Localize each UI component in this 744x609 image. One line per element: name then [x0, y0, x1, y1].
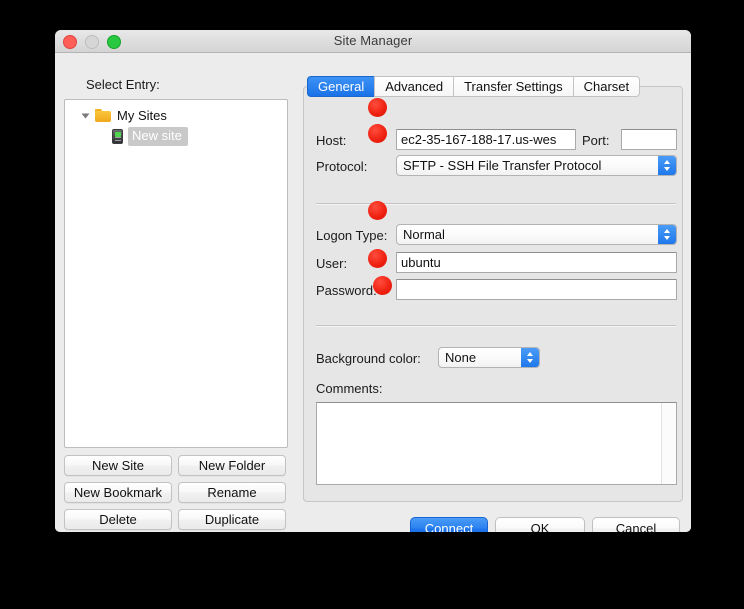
logon-type-marker [368, 201, 387, 220]
password-input[interactable] [396, 279, 677, 300]
chevron-updown-icon [658, 225, 676, 244]
dialog-footer: Connect OK Cancel [55, 508, 691, 532]
protocol-select-value: SFTP - SSH File Transfer Protocol [403, 158, 601, 173]
password-label: Password: [316, 283, 377, 298]
chevron-updown-icon [521, 348, 539, 367]
select-entry-label: Select Entry: [86, 77, 160, 92]
tree-item-my-sites[interactable]: My Sites [65, 105, 287, 126]
window-body: Select Entry: My Sites New site New Site… [55, 53, 691, 532]
window-titlebar: Site Manager [55, 30, 691, 53]
port-label: Port: [582, 133, 609, 148]
general-tab-panel: Host: ec2-35-167-188-17.us-wes Port: Pro… [303, 86, 683, 502]
new-folder-button[interactable]: New Folder [178, 455, 286, 476]
logon-type-select[interactable]: Normal [396, 224, 677, 245]
user-marker [368, 249, 387, 268]
background-color-select[interactable]: None [438, 347, 540, 368]
logon-type-select-value: Normal [403, 227, 445, 242]
password-marker [373, 276, 392, 295]
new-bookmark-button[interactable]: New Bookmark [64, 482, 172, 503]
window-title: Site Manager [55, 33, 691, 48]
tab-general[interactable]: General [307, 76, 374, 97]
comments-label: Comments: [316, 381, 382, 396]
background-color-label: Background color: [316, 351, 421, 366]
host-label: Host: [316, 133, 346, 148]
comments-scrollbar[interactable] [661, 403, 676, 484]
settings-tabbar: General Advanced Transfer Settings Chars… [307, 76, 640, 97]
cancel-button[interactable]: Cancel [592, 517, 680, 532]
protocol-label: Protocol: [316, 159, 367, 174]
connect-button[interactable]: Connect [410, 517, 488, 532]
tree-item-new-site[interactable]: New site [65, 126, 287, 147]
tab-charset[interactable]: Charset [573, 76, 641, 97]
protocol-marker [368, 124, 387, 143]
screen: Site Manager Select Entry: My Sites New … [0, 0, 744, 609]
user-input[interactable]: ubuntu [396, 252, 677, 273]
ok-button[interactable]: OK [495, 517, 585, 532]
background-color-select-value: None [445, 350, 476, 365]
port-input[interactable] [621, 129, 677, 150]
chevron-updown-icon [658, 156, 676, 175]
section-divider-2 [316, 325, 676, 327]
tree-item-label: My Sites [117, 108, 167, 123]
host-input[interactable]: ec2-35-167-188-17.us-wes [396, 129, 576, 150]
server-icon [112, 129, 123, 144]
host-marker [368, 98, 387, 117]
tree-item-label: New site [128, 127, 188, 146]
disclosure-triangle-icon[interactable] [82, 113, 90, 118]
folder-icon [95, 109, 111, 122]
site-manager-window: Site Manager Select Entry: My Sites New … [55, 30, 691, 532]
new-site-button[interactable]: New Site [64, 455, 172, 476]
protocol-select[interactable]: SFTP - SSH File Transfer Protocol [396, 155, 677, 176]
user-label: User: [316, 256, 347, 271]
logon-type-label: Logon Type: [316, 228, 387, 243]
rename-button[interactable]: Rename [178, 482, 286, 503]
comments-textarea[interactable] [316, 402, 677, 485]
tab-advanced[interactable]: Advanced [374, 76, 453, 97]
tab-transfer-settings[interactable]: Transfer Settings [453, 76, 573, 97]
site-tree[interactable]: My Sites New site [64, 99, 288, 448]
